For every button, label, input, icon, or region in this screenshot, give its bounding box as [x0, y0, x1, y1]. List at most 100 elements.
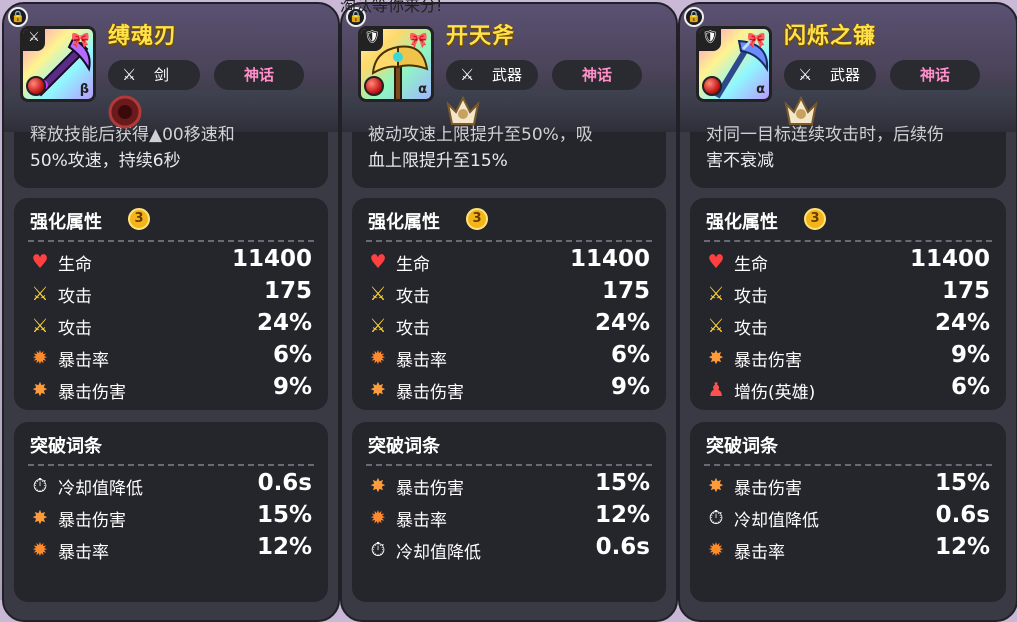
stat-row: ✹ 暴击率 12% — [704, 534, 992, 564]
divider — [704, 464, 992, 466]
skill-description: 对同一目标连续攻击时，后续伤 害不衰减 — [690, 125, 1006, 188]
stat-row: ✹ 暴击率 12% — [28, 534, 314, 564]
stat-value: 9% — [610, 374, 650, 400]
stat-row: ♥ 生命 11400 — [366, 246, 652, 276]
stat-label: 暴击伤害 — [396, 479, 464, 499]
stat-value: 9% — [272, 374, 312, 400]
stat-label: 生命 — [734, 255, 768, 275]
stat-value: 12% — [256, 534, 312, 560]
fire-icon: ✹ — [370, 507, 386, 529]
section-title: 突破词条 — [706, 436, 778, 457]
stat-value: 175 — [601, 278, 650, 304]
item-name: 缚魂刃 — [108, 24, 178, 49]
divider — [366, 464, 652, 466]
stat-row: ⚔ 攻击 24% — [28, 310, 314, 340]
stat-label: 冷却值降低 — [396, 543, 481, 563]
stat-value: 6% — [950, 374, 990, 400]
type-tag: ⚔ 武器 — [446, 60, 538, 90]
stat-row: ✹ 暴击率 6% — [366, 342, 652, 372]
item-panel[interactable]: 🔒 ⚔ 🎀 β 缚魂刃 ⚔ 剑神话 释放技能后获得▲00移速和 50%攻速，持续6秒 强化属性 3 ♥… — [2, 2, 340, 622]
heart-icon: ♥ — [31, 251, 49, 273]
section-title: 突破词条 — [368, 436, 440, 457]
skill-line: 50%攻速，持续6秒 — [30, 151, 181, 171]
orb-icon — [26, 76, 46, 96]
section-title: 强化属性 — [30, 212, 102, 233]
cooldown-icon: ⏱ — [32, 475, 48, 497]
burst-icon: ✸ — [708, 347, 724, 369]
stat-row: ⏱ 冷却值降低 0.6s — [366, 534, 652, 564]
stat-label: 攻击 — [58, 287, 92, 307]
item-panel[interactable]: 🔒 🛡 🎀 α 闪烁之镰 ⚔ 武器 神话 对同一目标连续攻击时，后续伤 害不衰减 强化属性 3 ♥ 生命 1… — [678, 2, 1017, 622]
stat-value: 6% — [272, 342, 312, 368]
item-panel[interactable]: 🔒 🛡 🎀 α 开天斧 ⚔ 武器 神话 被动攻速上限提升至50%，吸 血上限提升至15% 强化属性 3… — [340, 2, 678, 622]
rarity-tag: 神话 — [552, 60, 642, 90]
level-badge: 3 — [804, 208, 826, 230]
burst-icon: ✸ — [370, 379, 386, 401]
weapon-type-icon: 🛡 — [699, 29, 721, 51]
stat-value: 12% — [594, 502, 650, 528]
item-icon[interactable]: 🛡 🎀 α — [696, 26, 772, 102]
sword-icon: ⚔ — [369, 283, 387, 305]
burst-icon: ✸ — [32, 507, 48, 529]
level-badge: 3 — [466, 208, 488, 230]
grade-letter: α — [756, 82, 765, 97]
stat-row: ⏱ 冷却值降低 0.6s — [704, 502, 992, 532]
stat-value: 24% — [594, 310, 650, 336]
stat-row: ✹ 暴击率 12% — [366, 502, 652, 532]
lock-icon[interactable]: 🔒 — [684, 7, 704, 27]
stat-value: 11400 — [231, 246, 312, 272]
stat-value: 175 — [941, 278, 990, 304]
stat-label: 暴击伤害 — [396, 383, 464, 403]
enhance-section: 强化属性 3 ♥ 生命 11400 ⚔ 攻击 175 ⚔ 攻击 24% ✹ 暴击率 6% ✸ 暴击伤害 9% — [352, 198, 666, 410]
stat-label: 增伤(英雄) — [734, 383, 816, 403]
cooldown-icon: ⏱ — [708, 507, 724, 529]
stat-row: ⚔ 攻击 24% — [366, 310, 652, 340]
stat-row: ⚔ 攻击 24% — [704, 310, 992, 340]
divider — [28, 464, 314, 466]
section-title: 强化属性 — [368, 212, 440, 233]
sword-icon: ⚔ — [369, 315, 387, 337]
skill-line: 对同一目标连续攻击时，后续伤 — [706, 125, 944, 145]
stat-value: 15% — [934, 470, 990, 496]
type-label: 剑 — [154, 66, 170, 84]
type-label: 武器 — [830, 66, 861, 84]
stat-row: ✸ 暴击伤害 9% — [28, 374, 314, 404]
divider — [28, 240, 314, 242]
heart-icon: ♥ — [707, 251, 725, 273]
crossed-swords-icon: ⚔ — [798, 65, 813, 84]
stat-row: ⚔ 攻击 175 — [704, 278, 992, 308]
emblem-icon — [784, 95, 818, 125]
stat-row: ✸ 暴击伤害 15% — [704, 470, 992, 500]
heart-icon: ♥ — [369, 251, 387, 273]
stat-label: 攻击 — [58, 319, 92, 339]
stat-row: ⏱ 冷却值降低 0.6s — [28, 470, 314, 500]
burst-icon: ✸ — [370, 475, 386, 497]
orb-icon — [364, 76, 384, 96]
stat-value: 11400 — [909, 246, 990, 272]
skill-description: 被动攻速上限提升至50%，吸 血上限提升至15% — [352, 125, 666, 188]
enhance-section: 强化属性 3 ♥ 生命 11400 ⚔ 攻击 175 ⚔ 攻击 24% ✸ 暴击伤害 9% ♟ 增伤(英雄) 6… — [690, 198, 1006, 410]
stat-label: 暴击伤害 — [58, 511, 126, 531]
stat-label: 暴击率 — [396, 351, 447, 371]
stat-row: ✹ 暴击率 6% — [28, 342, 314, 372]
sword-icon: ⚔ — [707, 283, 725, 305]
stat-value: 24% — [934, 310, 990, 336]
lock-icon[interactable]: 🔒 — [8, 7, 28, 27]
bow-icon: 🎀 — [71, 31, 90, 49]
sword-icon: ⚔ — [31, 315, 49, 337]
breakthrough-section: 突破词条 ✸ 暴击伤害 15% ⏱ 冷却值降低 0.6s ✹ 暴击率 12% — [690, 422, 1006, 602]
item-icon[interactable]: ⚔ 🎀 β — [20, 26, 96, 102]
divider — [704, 240, 992, 242]
stat-row: ♥ 生命 11400 — [704, 246, 992, 276]
emblem-icon — [446, 95, 480, 125]
divider — [366, 240, 652, 242]
stat-label: 攻击 — [734, 287, 768, 307]
stat-row: ✸ 暴击伤害 9% — [704, 342, 992, 372]
stat-value: 0.6s — [257, 470, 312, 496]
crossed-swords-icon: ⚔ — [460, 65, 475, 84]
burst-icon: ✸ — [32, 379, 48, 401]
weapon-type-icon: ⚔ — [23, 29, 45, 51]
burst-icon: ✸ — [708, 475, 724, 497]
item-icon[interactable]: 🛡 🎀 α — [358, 26, 434, 102]
sword-icon: ⚔ — [122, 65, 137, 84]
